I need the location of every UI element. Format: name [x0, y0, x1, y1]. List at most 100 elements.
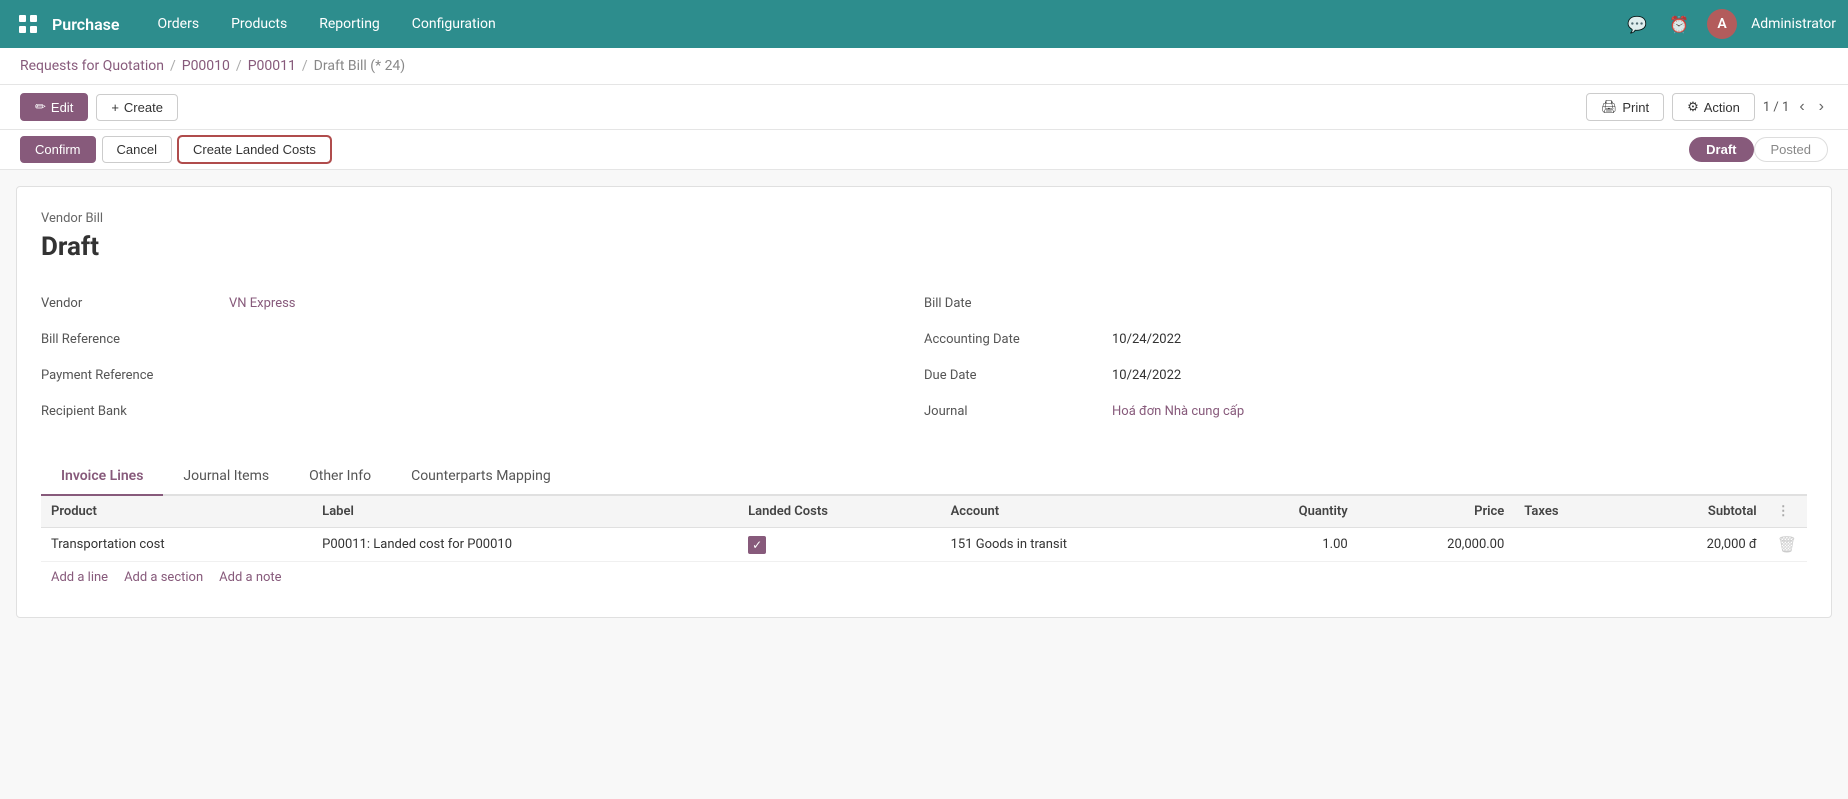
- nav-right: 💬 ⏰ A Administrator: [1623, 9, 1836, 39]
- action-label: Action: [1704, 100, 1740, 115]
- main-content: Vendor Bill Draft Vendor VN Express Bill…: [16, 186, 1832, 618]
- accounting-date-row: Accounting Date 10/24/2022: [924, 322, 1807, 358]
- cell-price[interactable]: 20,000.00: [1358, 528, 1515, 562]
- journal-row: Journal Hoá đơn Nhà cung cấp: [924, 394, 1807, 430]
- nav-products[interactable]: Products: [217, 10, 301, 38]
- print-label: Print: [1622, 100, 1649, 115]
- tab-journal-items[interactable]: Journal Items: [163, 458, 289, 496]
- breadcrumb-current: Draft Bill (* 24): [314, 58, 406, 74]
- confirm-button[interactable]: Confirm: [20, 136, 96, 163]
- status-posted-button[interactable]: Posted: [1754, 137, 1828, 162]
- cell-taxes[interactable]: [1514, 528, 1624, 562]
- col-price: Price: [1358, 496, 1515, 528]
- confirm-label: Confirm: [35, 142, 81, 157]
- breadcrumb-sep-2: /: [236, 58, 242, 74]
- next-page-button[interactable]: ›: [1815, 96, 1828, 118]
- breadcrumb-p00011[interactable]: P00011: [248, 58, 296, 74]
- cell-label[interactable]: P00011: Landed cost for P00010: [312, 528, 738, 562]
- cancel-label: Cancel: [117, 142, 157, 157]
- tab-invoice-lines[interactable]: Invoice Lines: [41, 458, 163, 496]
- create-landed-costs-button[interactable]: Create Landed Costs: [178, 136, 331, 163]
- bill-ref-row: Bill Reference: [41, 322, 924, 358]
- due-date-value[interactable]: 10/24/2022: [1104, 364, 1807, 387]
- app-grid-icon[interactable]: [12, 8, 44, 40]
- nav-configuration[interactable]: Configuration: [398, 10, 510, 38]
- breadcrumb-rfq[interactable]: Requests for Quotation: [20, 58, 164, 74]
- add-line-link[interactable]: Add a line: [51, 570, 108, 585]
- top-nav: Purchase Orders Products Reporting Confi…: [0, 0, 1848, 48]
- cell-subtotal[interactable]: 20,000 đ: [1624, 528, 1766, 562]
- nav-reporting[interactable]: Reporting: [305, 10, 394, 38]
- cell-landed-costs[interactable]: [738, 528, 940, 562]
- print-icon: 🖨: [1601, 99, 1618, 115]
- gear-icon: ⚙: [1687, 99, 1699, 115]
- action-status-bar: Confirm Cancel Create Landed Costs Draft…: [0, 130, 1848, 170]
- col-actions: ⋮: [1767, 496, 1807, 528]
- cell-delete[interactable]: 🗑: [1767, 528, 1807, 562]
- form-grid: Vendor VN Express Bill Reference Payment…: [41, 286, 1807, 430]
- col-quantity: Quantity: [1218, 496, 1358, 528]
- col-subtotal: Subtotal: [1624, 496, 1766, 528]
- col-label: Label: [312, 496, 738, 528]
- cell-quantity[interactable]: 1.00: [1218, 528, 1358, 562]
- tab-other-info[interactable]: Other Info: [289, 458, 391, 496]
- delete-row-icon[interactable]: 🗑: [1777, 535, 1797, 554]
- page-info: 1 / 1: [1763, 100, 1789, 115]
- journal-value[interactable]: Hoá đơn Nhà cung cấp: [1104, 400, 1807, 423]
- due-date-row: Due Date 10/24/2022: [924, 358, 1807, 394]
- add-row: Add a line Add a section Add a note: [41, 562, 1807, 593]
- bill-date-row: Bill Date: [924, 286, 1807, 322]
- toolbar: ✏ Edit + Create 🖨 Print ⚙ Action 1 / 1 ‹…: [0, 85, 1848, 130]
- recipient-bank-value[interactable]: [221, 400, 924, 424]
- due-date-label: Due Date: [924, 364, 1104, 387]
- cell-account[interactable]: 151 Goods in transit: [941, 528, 1218, 562]
- plus-icon: +: [111, 100, 119, 115]
- col-taxes: Taxes: [1514, 496, 1624, 528]
- breadcrumb-sep-1: /: [170, 58, 176, 74]
- vendor-value[interactable]: VN Express: [221, 292, 924, 315]
- tab-counterparts-mapping[interactable]: Counterparts Mapping: [391, 458, 571, 496]
- nav-orders[interactable]: Orders: [144, 10, 214, 38]
- activity-icon[interactable]: ⏰: [1665, 10, 1693, 38]
- payment-ref-value[interactable]: [221, 364, 924, 388]
- table-row: Transportation cost P00011: Landed cost …: [41, 528, 1807, 562]
- edit-label: Edit: [51, 100, 73, 115]
- status-draft-button[interactable]: Draft: [1689, 137, 1753, 162]
- col-account: Account: [941, 496, 1218, 528]
- create-button[interactable]: + Create: [96, 94, 178, 121]
- tabs: Invoice Lines Journal Items Other Info C…: [41, 458, 1807, 496]
- accounting-date-value[interactable]: 10/24/2022: [1104, 328, 1807, 351]
- avatar[interactable]: A: [1707, 9, 1737, 39]
- form-left: Vendor VN Express Bill Reference Payment…: [41, 286, 924, 430]
- edit-button[interactable]: ✏ Edit: [20, 93, 88, 121]
- action-button[interactable]: ⚙ Action: [1672, 93, 1755, 121]
- vendor-bill-label: Vendor Bill: [41, 211, 1807, 226]
- col-menu-icon[interactable]: ⋮: [1777, 504, 1790, 519]
- admin-label[interactable]: Administrator: [1751, 16, 1836, 32]
- vendor-row: Vendor VN Express: [41, 286, 924, 322]
- landed-costs-label: Create Landed Costs: [193, 142, 316, 157]
- create-label: Create: [124, 100, 163, 115]
- add-note-link[interactable]: Add a note: [219, 570, 281, 585]
- col-product: Product: [41, 496, 312, 528]
- app-name[interactable]: Purchase: [52, 15, 120, 34]
- journal-label: Journal: [924, 400, 1104, 423]
- landed-costs-checkbox[interactable]: [748, 536, 766, 554]
- bill-ref-value[interactable]: [221, 328, 924, 352]
- page-nav: 1 / 1 ‹ ›: [1763, 96, 1828, 118]
- vendor-label: Vendor: [41, 292, 221, 315]
- form-right: Bill Date Accounting Date 10/24/2022 Due…: [924, 286, 1807, 430]
- payment-ref-row: Payment Reference: [41, 358, 924, 394]
- add-section-link[interactable]: Add a section: [124, 570, 203, 585]
- bill-date-label: Bill Date: [924, 292, 1104, 315]
- print-button[interactable]: 🖨 Print: [1586, 93, 1664, 121]
- cancel-button[interactable]: Cancel: [102, 136, 172, 163]
- cell-product[interactable]: Transportation cost: [41, 528, 312, 562]
- breadcrumb-p00010[interactable]: P00010: [182, 58, 230, 74]
- recipient-bank-label: Recipient Bank: [41, 400, 221, 423]
- chat-icon[interactable]: 💬: [1623, 10, 1651, 38]
- form-title: Draft: [41, 232, 1807, 262]
- prev-page-button[interactable]: ‹: [1795, 96, 1808, 118]
- col-landed-costs: Landed Costs: [738, 496, 940, 528]
- bill-date-value[interactable]: [1104, 292, 1807, 316]
